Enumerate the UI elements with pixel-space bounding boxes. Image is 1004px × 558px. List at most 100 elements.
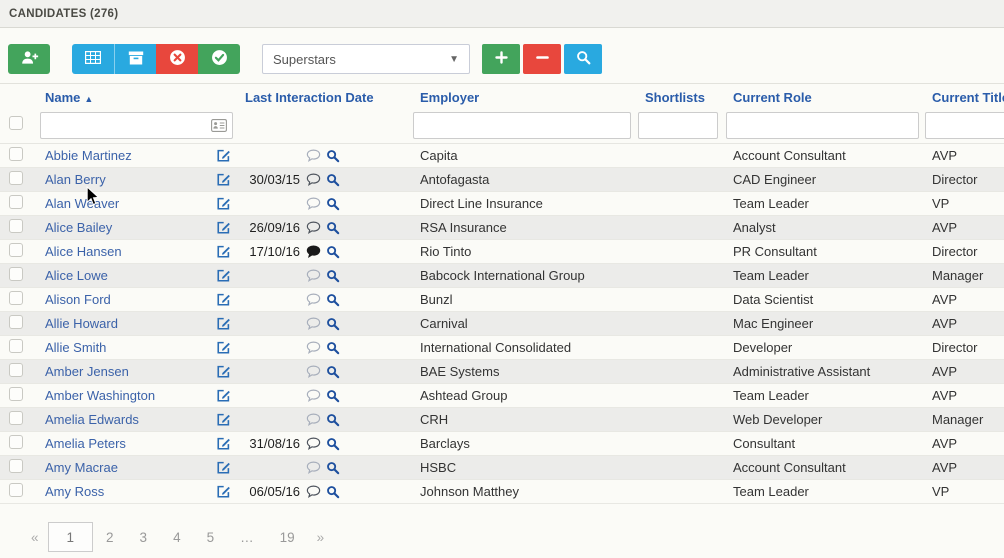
column-header-shortlists[interactable]: Shortlists [637, 90, 725, 105]
edit-pencil-icon[interactable] [216, 460, 231, 475]
comment-icon[interactable] [306, 245, 321, 258]
search-candidate-icon[interactable] [326, 485, 340, 499]
comment-icon[interactable] [306, 269, 321, 282]
add-to-shortlist-button[interactable] [482, 44, 520, 74]
comment-icon[interactable] [306, 221, 321, 234]
comment-icon[interactable] [306, 173, 321, 186]
row-checkbox[interactable] [9, 339, 23, 353]
reject-button[interactable] [156, 44, 198, 74]
edit-pencil-icon[interactable] [216, 364, 231, 379]
candidate-name-link[interactable]: Alice Hansen [45, 244, 122, 259]
comment-icon[interactable] [306, 197, 321, 210]
candidate-name-link[interactable]: Amy Ross [45, 484, 104, 499]
pagination-page-3[interactable]: 3 [127, 522, 161, 552]
candidate-name-link[interactable]: Amber Jensen [45, 364, 129, 379]
edit-pencil-icon[interactable] [216, 220, 231, 235]
row-checkbox[interactable] [9, 243, 23, 257]
row-checkbox[interactable] [9, 483, 23, 497]
row-checkbox[interactable] [9, 171, 23, 185]
candidate-name-link[interactable]: Allie Smith [45, 340, 106, 355]
remove-from-shortlist-button[interactable] [523, 44, 561, 74]
employer-filter-input[interactable] [413, 112, 631, 139]
pagination-next[interactable]: » [308, 522, 334, 552]
search-candidate-icon[interactable] [326, 413, 340, 427]
shortlists-filter-input[interactable] [638, 112, 718, 139]
candidate-name-link[interactable]: Alice Lowe [45, 268, 108, 283]
comment-icon[interactable] [306, 485, 321, 498]
edit-pencil-icon[interactable] [216, 148, 231, 163]
edit-pencil-icon[interactable] [216, 388, 231, 403]
row-checkbox[interactable] [9, 435, 23, 449]
pagination-page-19[interactable]: 19 [267, 522, 308, 552]
edit-pencil-icon[interactable] [216, 268, 231, 283]
pagination-page-1[interactable]: 1 [48, 522, 94, 552]
search-candidate-icon[interactable] [326, 389, 340, 403]
row-checkbox[interactable] [9, 411, 23, 425]
comment-icon[interactable] [306, 437, 321, 450]
select-all-checkbox[interactable] [9, 116, 23, 130]
row-checkbox[interactable] [9, 195, 23, 209]
current-title-filter-input[interactable] [925, 112, 1004, 139]
row-checkbox[interactable] [9, 291, 23, 305]
search-candidate-icon[interactable] [326, 365, 340, 379]
comment-icon[interactable] [306, 461, 321, 474]
candidate-name-link[interactable]: Alice Bailey [45, 220, 112, 235]
row-checkbox[interactable] [9, 387, 23, 401]
edit-pencil-icon[interactable] [216, 412, 231, 427]
comment-icon[interactable] [306, 365, 321, 378]
search-candidate-icon[interactable] [326, 245, 340, 259]
name-filter-input[interactable] [40, 112, 233, 139]
pagination-page-4[interactable]: 4 [160, 522, 194, 552]
column-header-last-interaction-date[interactable]: Last Interaction Date [235, 90, 412, 105]
search-candidate-icon[interactable] [326, 269, 340, 283]
search-candidate-icon[interactable] [326, 437, 340, 451]
pagination-prev[interactable]: « [22, 522, 48, 552]
search-candidate-icon[interactable] [326, 461, 340, 475]
search-candidate-icon[interactable] [326, 149, 340, 163]
search-candidate-icon[interactable] [326, 173, 340, 187]
edit-pencil-icon[interactable] [216, 340, 231, 355]
approve-button[interactable] [198, 44, 240, 74]
grid-view-button[interactable] [72, 44, 114, 74]
search-candidate-icon[interactable] [326, 341, 340, 355]
comment-icon[interactable] [306, 389, 321, 402]
pagination-page-2[interactable]: 2 [93, 522, 127, 552]
column-header-employer[interactable]: Employer [412, 90, 637, 105]
search-candidate-icon[interactable] [326, 221, 340, 235]
search-button[interactable] [564, 44, 602, 74]
comment-icon[interactable] [306, 293, 321, 306]
current-role-filter-input[interactable] [726, 112, 919, 139]
contact-card-icon[interactable] [211, 119, 227, 137]
edit-pencil-icon[interactable] [216, 244, 231, 259]
column-header-name[interactable]: Name▲ [38, 90, 235, 105]
candidate-name-link[interactable]: Alan Berry [45, 172, 106, 187]
search-candidate-icon[interactable] [326, 317, 340, 331]
edit-pencil-icon[interactable] [216, 292, 231, 307]
edit-pencil-icon[interactable] [216, 316, 231, 331]
candidate-name-link[interactable]: Allie Howard [45, 316, 118, 331]
archive-view-button[interactable] [114, 44, 156, 74]
column-header-current-role[interactable]: Current Role [725, 90, 924, 105]
search-candidate-icon[interactable] [326, 197, 340, 211]
row-checkbox[interactable] [9, 219, 23, 233]
edit-pencil-icon[interactable] [216, 172, 231, 187]
candidate-name-link[interactable]: Abbie Martinez [45, 148, 132, 163]
comment-icon[interactable] [306, 341, 321, 354]
candidate-name-link[interactable]: Amber Washington [45, 388, 155, 403]
comment-icon[interactable] [306, 149, 321, 162]
row-checkbox[interactable] [9, 147, 23, 161]
edit-pencil-icon[interactable] [216, 484, 231, 499]
search-candidate-icon[interactable] [326, 293, 340, 307]
shortlist-filter-dropdown[interactable]: Superstars ▼ [262, 44, 470, 74]
column-header-current-title[interactable]: Current Title [924, 90, 1004, 105]
edit-pencil-icon[interactable] [216, 196, 231, 211]
row-checkbox[interactable] [9, 363, 23, 377]
comment-icon[interactable] [306, 317, 321, 330]
candidate-name-link[interactable]: Amelia Peters [45, 436, 126, 451]
row-checkbox[interactable] [9, 459, 23, 473]
edit-pencil-icon[interactable] [216, 436, 231, 451]
candidate-name-link[interactable]: Amy Macrae [45, 460, 118, 475]
candidate-name-link[interactable]: Alan Weaver [45, 196, 119, 211]
candidate-name-link[interactable]: Amelia Edwards [45, 412, 139, 427]
pagination-page-5[interactable]: 5 [194, 522, 228, 552]
